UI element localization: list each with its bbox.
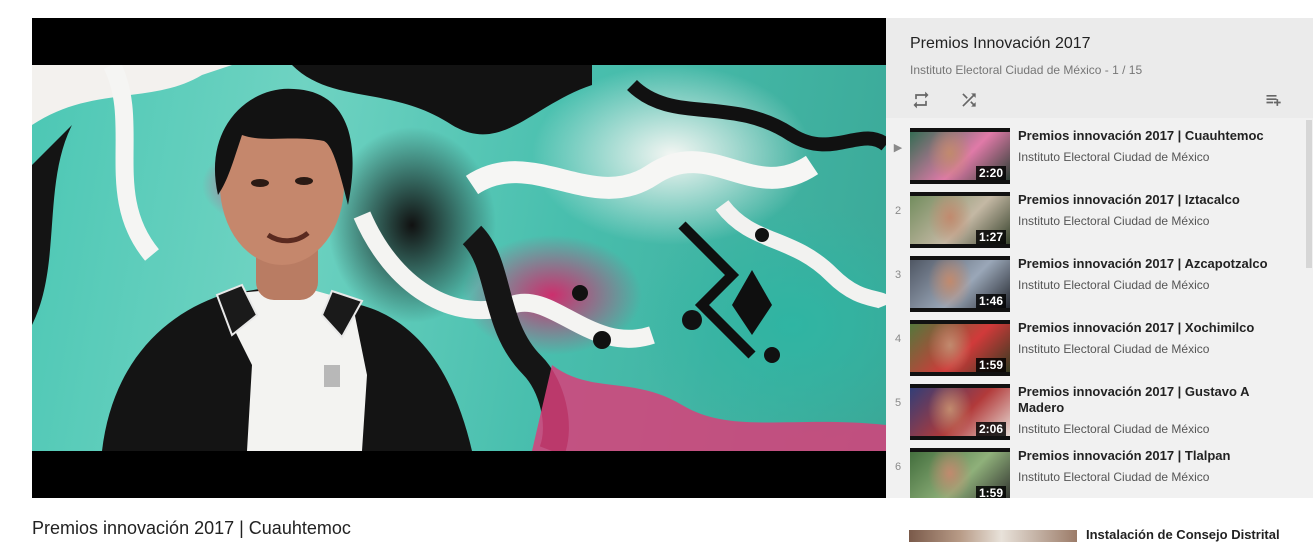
duration-badge: 2:06 bbox=[975, 422, 1006, 436]
thumbnail-letterbox-top bbox=[910, 448, 1010, 452]
playlist-item[interactable]: 4 1:59 Premios innovación 2017 | Xochimilc… bbox=[886, 312, 1305, 376]
playlist-item[interactable]: 2 1:27 Premios innovación 2017 | Iztacalco… bbox=[886, 184, 1305, 248]
playlist-item-channel: Instituto Electoral Ciudad de México bbox=[1018, 342, 1210, 356]
playlist-item-thumbnail[interactable]: 1:27 bbox=[910, 192, 1010, 248]
related-video[interactable]: Instalación de Consejo Distrital bbox=[909, 527, 1313, 542]
playlist-header: Premios Innovación 2017 Instituto Electo… bbox=[886, 18, 1313, 118]
loop-icon bbox=[913, 91, 929, 109]
video-frame[interactable] bbox=[32, 65, 886, 451]
playlist-item-channel: Instituto Electoral Ciudad de México bbox=[1018, 214, 1210, 228]
playlist-item[interactable]: ▶ 2:20 Premios innovación 2017 | Cuauhtemo… bbox=[886, 120, 1305, 184]
playlist-title[interactable]: Premios Innovación 2017 bbox=[910, 35, 1091, 53]
thumbnail-letterbox-top bbox=[910, 192, 1010, 196]
thumbnail-letterbox-top bbox=[910, 128, 1010, 132]
playlist-item[interactable]: 5 2:06 Premios innovación 2017 | Gustavo A… bbox=[886, 376, 1305, 440]
shuffle-icon bbox=[962, 93, 976, 107]
shuffle-button[interactable] bbox=[958, 90, 982, 110]
thumbnail-letterbox-top bbox=[910, 320, 1010, 324]
playlist-item-title[interactable]: Premios innovación 2017 | Azcapotzalco bbox=[1018, 256, 1288, 272]
save-playlist-button[interactable] bbox=[1263, 90, 1287, 110]
loop-button[interactable] bbox=[910, 90, 934, 110]
duration-badge: 1:27 bbox=[975, 230, 1006, 244]
playlist-item-index: 6 bbox=[894, 461, 902, 473]
playlist-item-thumbnail[interactable]: 2:06 bbox=[910, 384, 1010, 440]
playlist-item-thumbnail[interactable]: 1:46 bbox=[910, 256, 1010, 312]
video-player[interactable] bbox=[32, 18, 886, 498]
playlist-subtitle: Instituto Electoral Ciudad de México - 1… bbox=[910, 63, 1143, 77]
playlist-item-title[interactable]: Premios innovación 2017 | Iztacalco bbox=[1018, 192, 1288, 208]
playlist-item-channel: Instituto Electoral Ciudad de México bbox=[1018, 150, 1210, 164]
playlist-panel: Premios Innovación 2017 Instituto Electo… bbox=[886, 18, 1313, 498]
thumbnail-letterbox-top bbox=[910, 384, 1010, 388]
playlist-item[interactable]: 6 1:59 Premios innovación 2017 | Tlalpan In… bbox=[886, 440, 1305, 498]
duration-badge: 1:59 bbox=[975, 486, 1006, 498]
playlist-scrollbar-thumb[interactable] bbox=[1306, 120, 1312, 268]
duration-badge: 1:59 bbox=[975, 358, 1006, 372]
playlist-item-title[interactable]: Premios innovación 2017 | Gustavo A Made… bbox=[1018, 384, 1288, 416]
related-video-title[interactable]: Instalación de Consejo Distrital bbox=[1086, 527, 1280, 542]
playlist-item-index: 5 bbox=[894, 397, 902, 409]
playlist-items: ▶ 2:20 Premios innovación 2017 | Cuauhtemo… bbox=[886, 120, 1305, 498]
duration-badge: 2:20 bbox=[975, 166, 1006, 180]
playlist-item-index: 3 bbox=[894, 269, 902, 281]
duration-badge: 1:46 bbox=[975, 294, 1006, 308]
playlist-item-thumbnail[interactable]: 1:59 bbox=[910, 320, 1010, 376]
related-video-thumbnail[interactable] bbox=[909, 530, 1077, 542]
playlist-item-channel: Instituto Electoral Ciudad de México bbox=[1018, 278, 1210, 292]
playlist-item-thumbnail[interactable]: 1:59 bbox=[910, 448, 1010, 498]
playlist-item-channel: Instituto Electoral Ciudad de México bbox=[1018, 422, 1210, 436]
thumbnail-letterbox-top bbox=[910, 256, 1010, 260]
playlist-item-title[interactable]: Premios innovación 2017 | Xochimilco bbox=[1018, 320, 1288, 336]
playlist-item-index: 4 bbox=[894, 333, 902, 345]
playlist-item-index: 2 bbox=[894, 205, 902, 217]
now-playing-indicator: ▶ bbox=[893, 142, 903, 154]
playlist-item-title[interactable]: Premios innovación 2017 | Tlalpan bbox=[1018, 448, 1288, 464]
playlist-item-title[interactable]: Premios innovación 2017 | Cuauhtemoc bbox=[1018, 128, 1288, 144]
video-frame-image bbox=[32, 65, 886, 451]
playlist-item-channel: Instituto Electoral Ciudad de México bbox=[1018, 470, 1210, 484]
playlist-item-thumbnail[interactable]: 2:20 bbox=[910, 128, 1010, 184]
video-title: Premios innovación 2017 | Cuauhtemoc bbox=[32, 518, 351, 538]
playlist-add-icon bbox=[1266, 95, 1281, 106]
playlist-item[interactable]: 3 1:46 Premios innovación 2017 | Azcapotza… bbox=[886, 248, 1305, 312]
